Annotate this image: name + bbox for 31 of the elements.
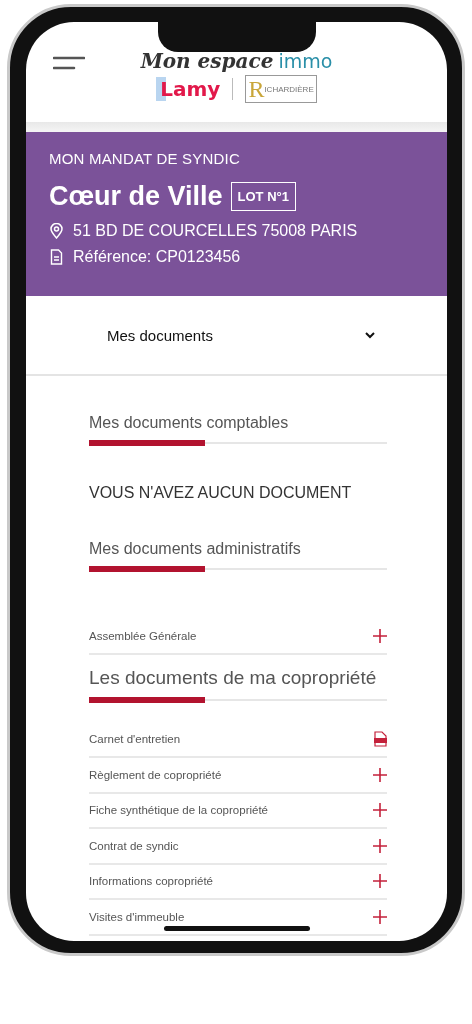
document-link[interactable]: Fiche synthétique de la copropriété — [89, 804, 268, 817]
document-link[interactable]: Contrat de syndic — [89, 839, 179, 852]
address-text: 51 BD DE COURCELLES 75008 PARIS — [73, 222, 358, 240]
plus-icon[interactable] — [373, 874, 387, 889]
document-link[interactable]: Assemblée Générale — [89, 629, 197, 642]
documents-dropdown[interactable]: Mes documents — [26, 296, 447, 376]
document-icon — [49, 249, 64, 265]
plus-icon[interactable] — [373, 909, 387, 924]
section-heading: Les documents de ma copropriété — [89, 666, 378, 689]
banner-label: MON MANDAT DE SYNDIC — [49, 150, 241, 167]
location-pin-icon — [49, 223, 64, 239]
section-heading: Mes documents comptables — [89, 414, 290, 432]
empty-message: VOUS N'AVEZ AUCUN DOCUMENT — [89, 484, 353, 502]
document-link[interactable]: Carnet d'entretien — [89, 733, 181, 746]
menu-icon[interactable] — [53, 56, 85, 70]
chevron-down-icon — [365, 331, 375, 339]
document-link[interactable]: Règlement de copropriété — [89, 768, 222, 781]
logo-accent: immo — [278, 50, 333, 72]
document-link[interactable]: Informations copropriété — [89, 875, 213, 888]
lot-tag: LOT N°1 — [230, 182, 296, 211]
pdf-file-icon[interactable] — [374, 731, 387, 748]
plus-icon[interactable] — [373, 838, 387, 853]
plus-icon[interactable] — [373, 803, 387, 818]
property-name: Cœur de Ville — [49, 181, 223, 212]
document-link[interactable]: Visites d'immeuble — [89, 910, 185, 923]
plus-icon[interactable] — [373, 628, 387, 643]
reference-text: Référence: CP0123456 — [73, 248, 241, 266]
logo-title: Mon espace — [140, 49, 274, 73]
section-heading: Mes documents administratifs — [89, 540, 302, 558]
plus-icon[interactable] — [373, 767, 387, 782]
brand-logo: Lamy — [156, 77, 221, 101]
